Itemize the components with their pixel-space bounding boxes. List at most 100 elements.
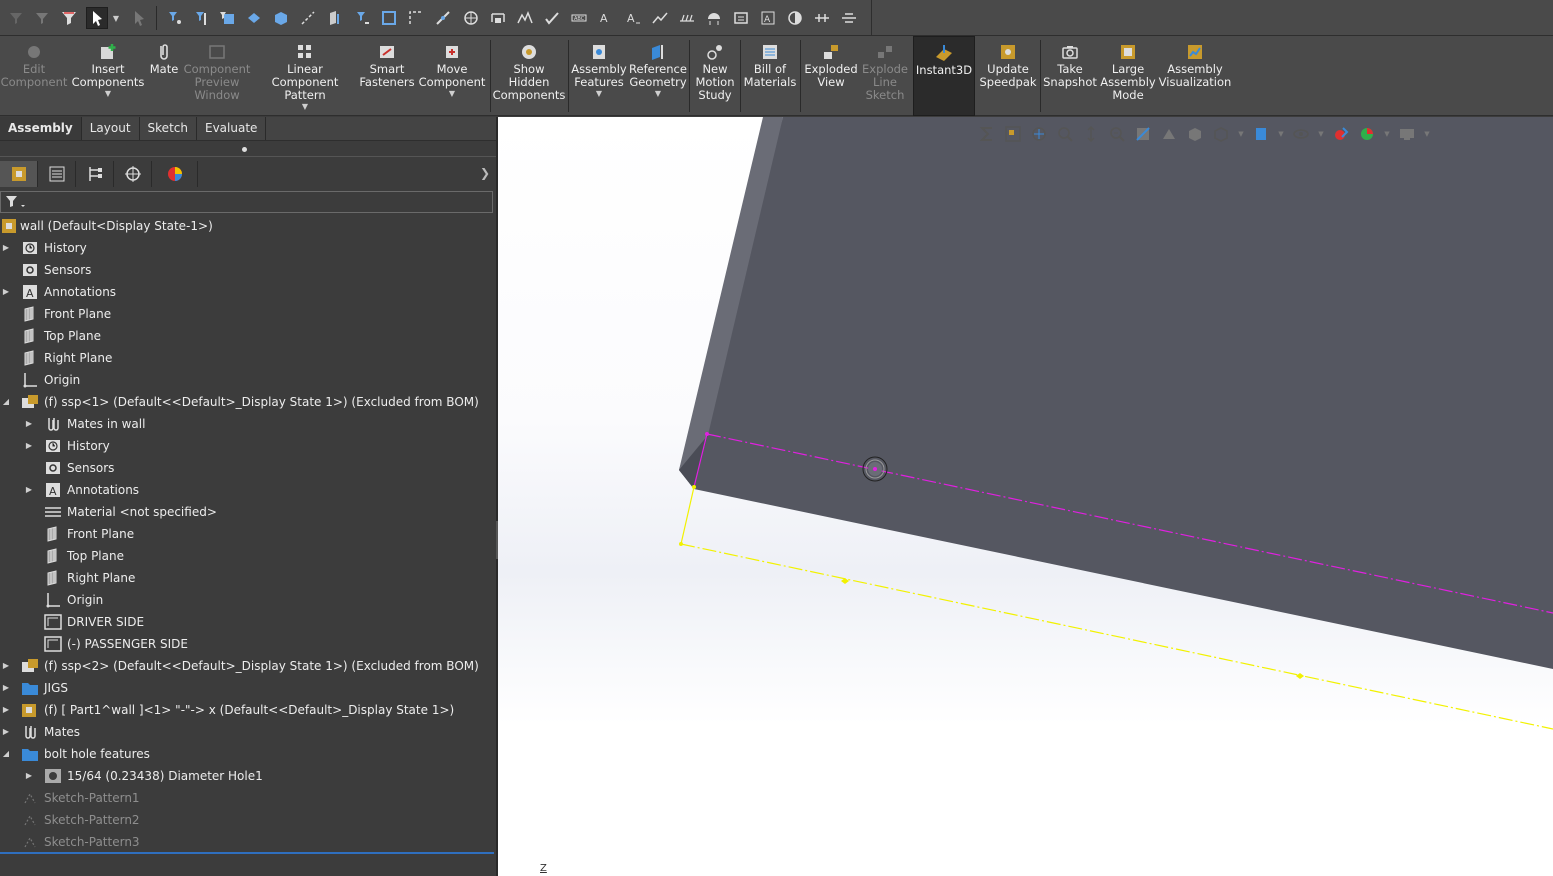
tree-item[interactable]: Material <not specified> [0, 501, 496, 523]
filter-midpoints-icon[interactable] [405, 7, 427, 29]
filter-surface-finish-icon[interactable] [514, 7, 536, 29]
expand-arrow-icon[interactable]: ▶ [1, 699, 11, 721]
sketch-line-yellow-vertical[interactable] [680, 486, 695, 545]
collapse-arrow-icon[interactable]: ◢ [1, 743, 11, 765]
filter-notes-icon[interactable]: ABC [568, 7, 590, 29]
assembly-features-button[interactable]: Assembly Features ▼ [570, 36, 628, 116]
wall-face[interactable] [679, 117, 1553, 669]
filter-annotations-icon[interactable]: A [757, 7, 779, 29]
filter-weld-beads-icon[interactable] [676, 7, 698, 29]
zoom-icon[interactable] [1106, 124, 1128, 144]
filter-weld-symbols-icon[interactable] [649, 7, 671, 29]
rollback-bar[interactable] [0, 852, 494, 854]
tree-item[interactable]: Top Plane [0, 545, 496, 567]
tree-item[interactable]: ▶ History [0, 435, 496, 457]
tab-sketch[interactable]: Sketch [140, 117, 197, 140]
filter-surface-bodies-icon[interactable] [243, 7, 265, 29]
eye-icon[interactable] [1290, 124, 1312, 144]
previous-view-icon[interactable] [1080, 124, 1102, 144]
tree-item[interactable]: ▶ Mates [0, 721, 496, 743]
new-motion-study-button[interactable]: New Motion Study [691, 36, 739, 116]
view-selector-icon[interactable] [1002, 124, 1024, 144]
hide-show-items-icon[interactable] [1250, 124, 1272, 144]
assembly-visualization-button[interactable]: Assembly Visualization [1158, 36, 1232, 116]
tree-item[interactable]: Sensors [0, 259, 496, 281]
filter-icon[interactable] [5, 7, 27, 29]
filter-edges-icon[interactable] [191, 7, 213, 29]
dimxpert-manager-tab[interactable] [114, 161, 152, 187]
tree-item[interactable]: ▶ A Annotations [0, 281, 496, 303]
filter-axes-icon[interactable] [297, 7, 319, 29]
move-component-button[interactable]: Move Component ▼ [416, 36, 488, 116]
expand-arrow-icon[interactable]: ▶ [1, 655, 11, 677]
filter-faces-icon[interactable] [216, 7, 238, 29]
selection-filter-icon[interactable] [58, 7, 80, 29]
tree-item[interactable]: (-) PASSENGER SIDE [0, 633, 496, 655]
filter-connection-points-icon[interactable] [784, 7, 806, 29]
feature-tree-filter-input[interactable] [0, 191, 493, 213]
apply-scene-icon[interactable] [1356, 124, 1378, 144]
tree-item[interactable]: Front Plane [0, 523, 496, 545]
tree-item[interactable]: Sketch-Pattern2 [0, 809, 496, 831]
edit-appearance-icon[interactable] [1330, 124, 1352, 144]
tree-item[interactable]: DRIVER SIDE [0, 611, 496, 633]
tree-item[interactable]: Origin [0, 589, 496, 611]
take-snapshot-button[interactable]: Take Snapshot [1042, 36, 1098, 116]
tree-item[interactable]: ▶ Mates in wall [0, 413, 496, 435]
collapse-arrow-icon[interactable]: ◢ [1, 391, 11, 413]
filter-solid-bodies-icon[interactable] [270, 7, 292, 29]
panel-resize-handle[interactable] [0, 141, 496, 157]
tree-item[interactable]: ▶ A Annotations [0, 479, 496, 501]
chevron-right-icon[interactable]: ❯ [480, 166, 490, 180]
filter-datum-features-icon[interactable]: A [595, 7, 617, 29]
display-style-icon[interactable] [1210, 124, 1232, 144]
large-assembly-mode-button[interactable]: Large Assembly Mode [1098, 36, 1158, 116]
expand-arrow-icon[interactable]: ▶ [24, 765, 34, 787]
chevron-down-icon[interactable]: ▼ [1382, 124, 1392, 144]
select-other-icon[interactable] [128, 7, 150, 29]
linear-component-pattern-button[interactable]: Linear Component Pattern ▼ [252, 36, 358, 116]
filter-cosmetic-threads-icon[interactable] [703, 7, 725, 29]
insert-components-button[interactable]: Insert Components ▼ [70, 36, 146, 116]
dynamic-annotation-icon[interactable] [1158, 124, 1180, 144]
expand-arrow-icon[interactable]: ▶ [1, 677, 11, 699]
chevron-down-icon[interactable]: ▼ [1236, 124, 1246, 144]
chevron-down-icon[interactable]: ▼ [302, 103, 308, 111]
feature-manager-tab[interactable] [0, 161, 38, 187]
sum-icon[interactable] [976, 124, 998, 144]
zoom-to-fit-icon[interactable] [1028, 124, 1050, 144]
tree-item[interactable]: ▶ (f) ssp<2> (Default<<Default>_Display S… [0, 655, 496, 677]
chevron-down-icon[interactable]: ▼ [655, 90, 661, 98]
tree-item[interactable]: Origin [0, 369, 496, 391]
tree-item[interactable]: Sketch-Pattern3 [0, 831, 496, 853]
tree-item[interactable]: Sensors [0, 457, 496, 479]
view-settings-icon[interactable] [1396, 124, 1418, 144]
filter-dimensions-icon[interactable] [487, 7, 509, 29]
tree-item[interactable]: Right Plane [0, 567, 496, 589]
filter-geometric-tolerances-icon[interactable] [541, 7, 563, 29]
chevron-down-icon[interactable]: ▼ [1316, 124, 1326, 144]
display-manager-tab[interactable] [152, 161, 198, 187]
chevron-down-icon[interactable]: ▼ [449, 90, 455, 98]
tab-evaluate[interactable]: Evaluate [197, 117, 267, 140]
chevron-down-icon[interactable]: ▼ [1422, 124, 1432, 144]
tab-layout[interactable]: Layout [82, 117, 140, 140]
graphics-viewport[interactable]: ▼ ▼ ▼ ▼ ▼ Z [498, 117, 1553, 876]
filter-vertices-icon[interactable] [164, 7, 186, 29]
property-manager-tab[interactable] [38, 161, 76, 187]
tree-root[interactable]: wall (Default<Display State-1>) [0, 215, 496, 237]
chevron-down-icon[interactable]: ▼ [596, 90, 602, 98]
view-orientation-icon[interactable] [1184, 124, 1206, 144]
tree-item[interactable]: ▶ 15/64 (0.23438) Diameter Hole1 [0, 765, 496, 787]
exploded-view-button[interactable]: Exploded View [802, 36, 860, 116]
tree-item[interactable]: ▶ (f) [ Part1^wall ]<1> "-"-> x (Default<… [0, 699, 496, 721]
chevron-down-icon[interactable]: ▼ [1276, 124, 1286, 144]
smart-fasteners-button[interactable]: Smart Fasteners [358, 36, 416, 116]
tree-item[interactable]: ◢ bolt hole features [0, 743, 496, 765]
filter-center-marks-icon[interactable] [432, 7, 454, 29]
tree-item[interactable]: Top Plane [0, 325, 496, 347]
explode-line-sketch-button[interactable]: Explode Line Sketch [860, 36, 910, 116]
chevron-down-icon[interactable]: ▼ [110, 7, 122, 29]
tree-item[interactable]: Right Plane [0, 347, 496, 369]
tree-item[interactable]: ▶ History [0, 237, 496, 259]
